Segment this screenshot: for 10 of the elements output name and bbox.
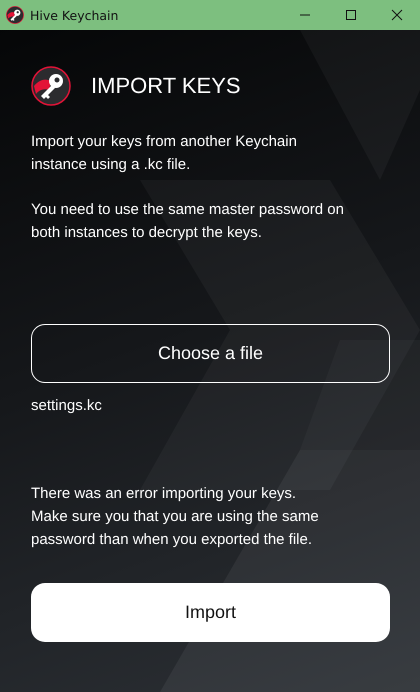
file-name: settings.kc [31, 397, 103, 414]
choose-file-button[interactable]: Choose a file [31, 324, 390, 383]
instruction-text: You need to use the same master password on both instances to decrypt the keys. [31, 200, 345, 243]
instruction-text: Import your keys from another Keychain instance using a .kc file. [31, 132, 298, 175]
window-title: Hive Keychain [30, 8, 120, 22]
key-logo-icon [31, 66, 71, 106]
error-message: There was an error importing your keys. Make sure you that you are using the same password than when you exported the file. [31, 484, 320, 550]
key-logo-icon [6, 6, 24, 24]
page-title: IMPORT KEYS [91, 73, 241, 99]
import-button[interactable]: Import [31, 583, 390, 642]
